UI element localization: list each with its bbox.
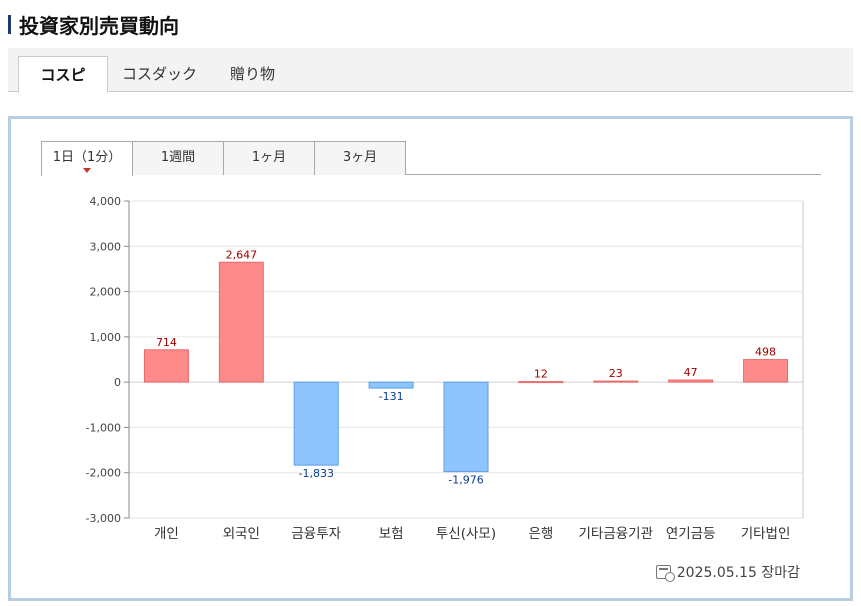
y-tick-label: -2,000 bbox=[86, 467, 121, 480]
x-category-label: 투신(사모) bbox=[436, 526, 496, 542]
bar-value-label: -1,976 bbox=[448, 474, 483, 487]
tab-gift[interactable]: 贈り物 bbox=[230, 56, 275, 93]
tab-kospi[interactable]: コスピ bbox=[18, 56, 108, 93]
bar bbox=[218, 261, 264, 383]
chart-panel: 1日（1分） 1週間 1ヶ月 3ヶ月 4,000 3,000 2,000 1,000 0… bbox=[8, 116, 853, 601]
calendar-clock-icon bbox=[655, 565, 675, 582]
x-category-label: 개인 bbox=[154, 526, 179, 542]
bar-value-label: 2,647 bbox=[226, 248, 258, 261]
bar bbox=[593, 380, 639, 383]
bar-value-label: -1,833 bbox=[298, 467, 333, 480]
x-category-label: 연기금등 bbox=[666, 526, 716, 542]
bar bbox=[668, 379, 714, 383]
bar bbox=[293, 381, 339, 466]
close-date-label: 2025.05.15 장마감 bbox=[676, 565, 800, 581]
bar-value-label: 12 bbox=[534, 368, 548, 381]
tab-kosdaq[interactable]: コスダック bbox=[122, 56, 197, 93]
bar bbox=[518, 381, 564, 384]
bar-value-label: -131 bbox=[379, 390, 404, 403]
market-tabs: コスピ コスダック 贈り物 bbox=[8, 48, 853, 93]
x-category-label: 은행 bbox=[528, 526, 553, 542]
x-category-label: 기타금융기관 bbox=[579, 526, 654, 542]
market-close-note: 2025.05.15 장마감 bbox=[655, 562, 800, 582]
x-category-label: 기타법인 bbox=[741, 526, 791, 542]
y-tick-label: -1,000 bbox=[86, 421, 121, 434]
bar-value-label: 498 bbox=[755, 346, 776, 359]
page-header: 投資家別売買動向 bbox=[8, 10, 179, 38]
bar bbox=[143, 349, 189, 383]
x-category-label: 보험 bbox=[379, 526, 404, 542]
x-category-label: 외국인 bbox=[223, 526, 260, 542]
y-tick-label: 3,000 bbox=[90, 240, 122, 253]
investor-bar-chart: 4,000 3,000 2,000 1,000 0 -1,000 -2,000 -3,000 개… bbox=[86, 195, 804, 542]
y-tick-label: 0 bbox=[114, 376, 121, 389]
bar bbox=[368, 381, 414, 389]
x-category-label: 금융투자 bbox=[291, 526, 341, 542]
bar bbox=[443, 381, 489, 473]
bar bbox=[743, 359, 789, 383]
y-tick-label: 4,000 bbox=[90, 195, 122, 208]
y-tick-label: -3,000 bbox=[86, 512, 121, 525]
title-accent-bar bbox=[8, 14, 11, 34]
bar-value-label: 47 bbox=[684, 366, 698, 379]
y-tick-label: 2,000 bbox=[90, 286, 122, 299]
y-tick-label: 1,000 bbox=[90, 331, 122, 344]
bar-value-label: 23 bbox=[609, 367, 623, 380]
page-title: 投資家別売買動向 bbox=[19, 13, 179, 38]
bar-value-label: 714 bbox=[156, 336, 177, 349]
